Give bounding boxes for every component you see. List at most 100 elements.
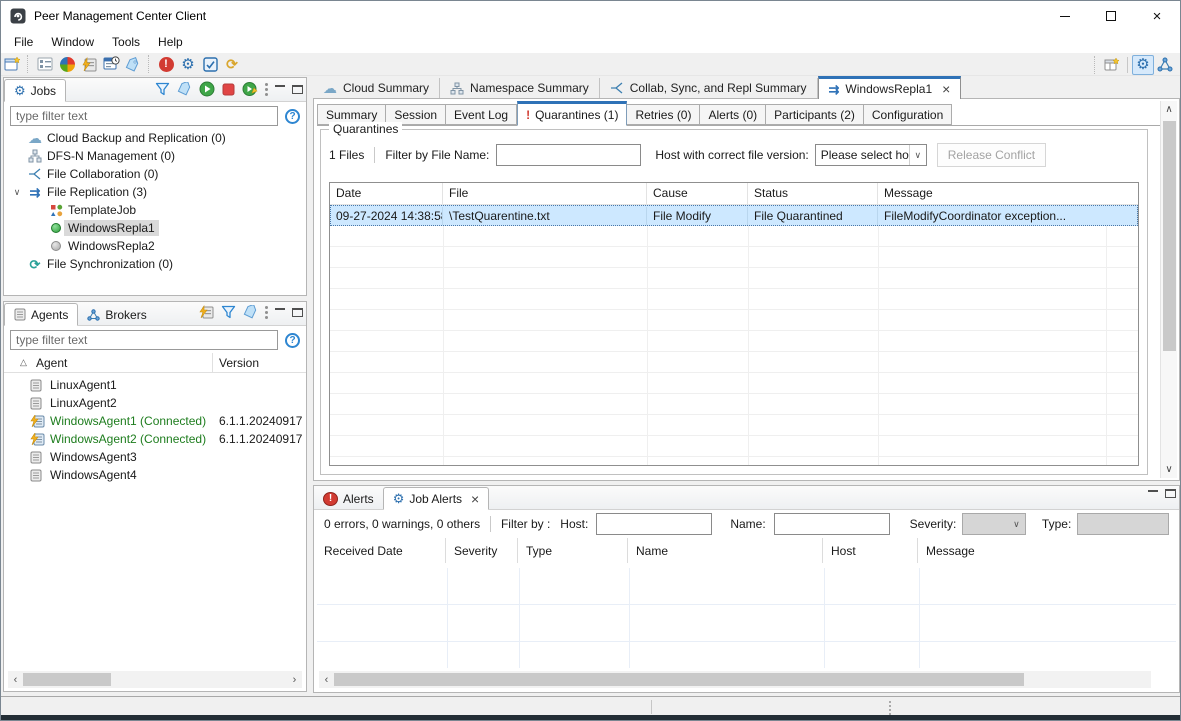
date-column-header[interactable]: Date (330, 183, 443, 204)
tab-windowsrepla1[interactable]: WindowsRepla1 × (818, 76, 962, 99)
stop-job-icon[interactable] (222, 83, 235, 96)
power-report-icon[interactable] (78, 54, 100, 74)
agents-perspective-icon[interactable] (1154, 55, 1176, 75)
tab-alerts[interactable]: ! Alerts (314, 487, 383, 510)
scroll-thumb[interactable] (334, 673, 1024, 686)
agents-view-menu-icon[interactable] (265, 306, 268, 309)
outline-icon[interactable] (34, 54, 56, 74)
tree-item-windowsrepla2[interactable]: WindowsRepla2 (4, 237, 306, 255)
subtab-retries[interactable]: Retries (0) (627, 104, 700, 125)
subtab-quarantines[interactable]: ! Quarantines (1) (517, 101, 627, 126)
jobs-maximize-icon[interactable] (292, 85, 303, 94)
schedule-icon[interactable] (100, 54, 122, 74)
tree-item-file-synchronization[interactable]: File Synchronization (0) (4, 255, 306, 273)
status-column-header[interactable]: Status (748, 183, 878, 204)
tree-item-file-replication[interactable]: File Replication (3) (4, 183, 306, 201)
jobs-perspective-icon[interactable] (1132, 55, 1154, 75)
agents-minimize-icon[interactable] (275, 308, 285, 310)
release-conflict-button[interactable]: Release Conflict (937, 143, 1046, 167)
minimize-button[interactable] (1042, 1, 1088, 31)
scroll-right-icon[interactable]: › (287, 674, 302, 686)
restart-job-icon[interactable] (242, 81, 258, 97)
menu-tools[interactable]: Tools (103, 33, 149, 51)
scroll-up-icon[interactable]: ∧ (1161, 101, 1177, 118)
host-column-header[interactable]: Host (823, 538, 918, 563)
tag-icon[interactable] (122, 54, 144, 74)
tab-job-alerts[interactable]: Job Alerts × (383, 487, 490, 510)
maximize-button[interactable] (1088, 1, 1134, 31)
menu-file[interactable]: File (5, 33, 42, 51)
alerts-toolbar-icon[interactable]: ! (155, 54, 177, 74)
subtab-event-log[interactable]: Event Log (446, 104, 517, 125)
scroll-left-icon[interactable]: ‹ (319, 674, 334, 686)
tags-jobs-icon[interactable] (177, 82, 192, 96)
host-select[interactable]: Please select host ∨ (815, 144, 927, 166)
agent-row[interactable]: WindowsAgent2 (Connected) 6.1.1.20240917 (4, 430, 306, 448)
agent-column-header[interactable]: Agent (36, 356, 67, 370)
tab-jobs[interactable]: Jobs (4, 79, 66, 102)
agent-row[interactable]: WindowsAgent4 (4, 466, 306, 484)
jobs-minimize-icon[interactable] (275, 85, 285, 87)
close-tab-icon[interactable]: × (942, 82, 950, 96)
severity-column-header[interactable]: Severity (446, 538, 518, 563)
agent-row[interactable]: WindowsAgent3 (4, 448, 306, 466)
tree-item-templatejob[interactable]: TemplateJob (4, 201, 306, 219)
close-tab-icon[interactable]: × (471, 492, 479, 506)
version-column-header[interactable]: Version (219, 356, 259, 370)
message-column-header[interactable]: Message (918, 538, 1177, 563)
refresh-icon[interactable] (221, 54, 243, 74)
scroll-down-icon[interactable]: ∨ (1161, 461, 1177, 478)
agent-row[interactable]: LinuxAgent2 (4, 394, 306, 412)
tree-item-file-collaboration[interactable]: File Collaboration (0) (4, 165, 306, 183)
jobs-filter-input[interactable] (10, 106, 278, 126)
name-column-header[interactable]: Name (628, 538, 823, 563)
file-name-filter-input[interactable] (496, 144, 641, 166)
preferences-gear-icon[interactable] (177, 54, 199, 74)
scroll-thumb[interactable] (1163, 121, 1176, 351)
agents-maximize-icon[interactable] (292, 308, 303, 317)
start-job-icon[interactable] (199, 81, 215, 97)
dashboard-pie-icon[interactable] (56, 54, 78, 74)
new-job-icon[interactable] (1, 54, 23, 74)
subtab-participants[interactable]: Participants (2) (766, 104, 864, 125)
type-select[interactable] (1077, 513, 1169, 535)
message-column-header[interactable]: Message (878, 183, 1138, 204)
tab-cloud-summary[interactable]: Cloud Summary (313, 78, 440, 98)
filter-jobs-icon[interactable] (155, 82, 170, 96)
tab-brokers[interactable]: Brokers (78, 303, 155, 326)
tree-item-windowsrepla1[interactable]: WindowsRepla1 (4, 219, 306, 237)
agent-power-icon[interactable] (198, 305, 214, 319)
scroll-left-icon[interactable]: ‹ (8, 674, 23, 686)
file-column-header[interactable]: File (443, 183, 647, 204)
alerts-minimize-icon[interactable] (1148, 490, 1158, 492)
agent-row[interactable]: WindowsAgent1 (Connected) 6.1.1.20240917 (4, 412, 306, 430)
menu-window[interactable]: Window (42, 33, 103, 51)
task-check-icon[interactable] (199, 54, 221, 74)
tab-agents[interactable]: Agents (4, 303, 78, 326)
scroll-thumb[interactable] (23, 673, 111, 686)
received-date-column-header[interactable]: Received Date (316, 538, 446, 563)
tree-item-cloud-backup[interactable]: Cloud Backup and Replication (0) (4, 129, 306, 147)
menu-help[interactable]: Help (149, 33, 192, 51)
chevron-down-icon[interactable] (11, 187, 23, 198)
tab-namespace-summary[interactable]: Namespace Summary (440, 78, 600, 98)
alerts-maximize-icon[interactable] (1165, 489, 1176, 498)
filter-agents-icon[interactable] (221, 305, 236, 319)
subtab-alerts[interactable]: Alerts (0) (700, 104, 766, 125)
subtab-configuration[interactable]: Configuration (864, 104, 952, 125)
agents-filter-help-icon[interactable]: ? (285, 333, 300, 348)
tree-item-dfsn[interactable]: DFS-N Management (0) (4, 147, 306, 165)
name-filter-input[interactable] (774, 513, 890, 535)
quarantine-row-selected[interactable]: 09-27-2024 14:38:58 \TestQuarentine.txt … (330, 205, 1138, 226)
editor-vertical-scrollbar[interactable]: ∧ ∨ (1160, 101, 1177, 478)
type-column-header[interactable]: Type (518, 538, 628, 563)
open-perspective-icon[interactable] (1101, 55, 1123, 75)
jobs-view-menu-icon[interactable] (265, 83, 268, 86)
alerts-horizontal-scrollbar[interactable]: ‹ (319, 671, 1151, 688)
agents-filter-input[interactable] (10, 330, 278, 350)
jobs-filter-help-icon[interactable]: ? (285, 109, 300, 124)
host-filter-input[interactable] (596, 513, 712, 535)
agents-horizontal-scrollbar[interactable]: ‹ › (8, 671, 302, 688)
tags-agents-icon[interactable] (243, 305, 258, 319)
agent-row[interactable]: LinuxAgent1 (4, 376, 306, 394)
